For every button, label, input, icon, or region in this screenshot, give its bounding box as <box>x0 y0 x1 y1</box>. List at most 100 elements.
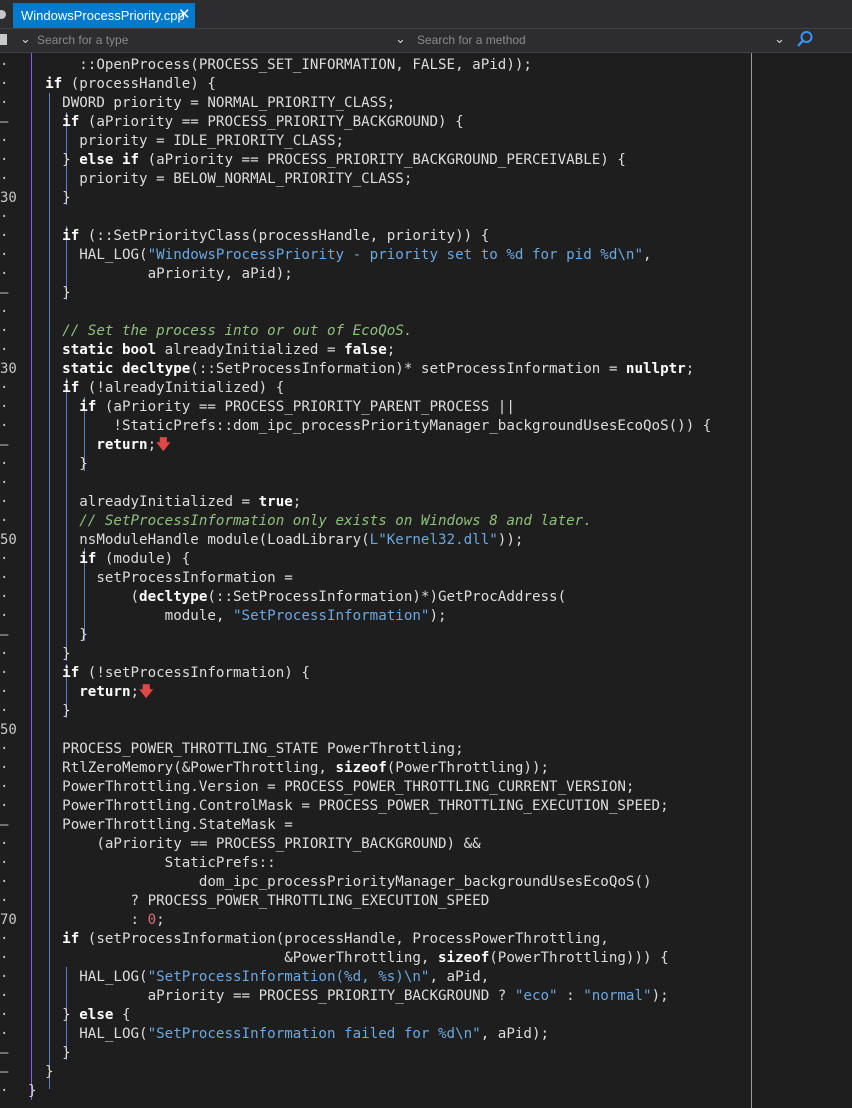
code-line[interactable]: // Set the process into or out of EcoQoS… <box>28 322 412 341</box>
code-line[interactable]: &PowerThrottling, sizeof(PowerThrottling… <box>28 949 668 968</box>
code-line[interactable]: } <box>28 284 71 303</box>
code-line[interactable]: setProcessInformation = <box>28 569 293 588</box>
code-line[interactable]: static bool alreadyInitialized = false; <box>28 341 395 360</box>
code-line[interactable]: !StaticPrefs::dom_ipc_processPriorityMan… <box>28 417 711 436</box>
code-line[interactable]: alreadyInitialized = true; <box>28 493 301 512</box>
code-token: HAL_LOG( <box>28 969 148 985</box>
code-line[interactable]: ? PROCESS_POWER_THROTTLING_EXECUTION_SPE… <box>28 892 489 911</box>
code-token: HAL_LOG( <box>28 1026 148 1042</box>
code-line[interactable]: StaticPrefs:: <box>28 854 276 873</box>
code-line[interactable]: module, "SetProcessInformation"); <box>28 607 447 626</box>
code-token: StaticPrefs:: <box>28 855 276 871</box>
code-line[interactable]: return;🡇 <box>28 436 170 455</box>
code-line[interactable]: } <box>28 1044 71 1063</box>
gutter-marker: · <box>0 133 9 149</box>
code-line[interactable]: if (processHandle) { <box>28 75 216 94</box>
code-line[interactable]: // SetProcessInformation only exists on … <box>28 512 592 531</box>
chevron-down-icon[interactable]: ⌄ <box>20 31 31 47</box>
code-line[interactable]: : 0; <box>28 911 165 930</box>
code-line[interactable]: PowerThrottling.StateMask = <box>28 816 293 835</box>
chevron-down-icon[interactable]: ⌄ <box>395 31 406 47</box>
code-token: (processHandle) { <box>62 76 216 92</box>
code-line[interactable]: DWORD priority = NORMAL_PRIORITY_CLASS; <box>28 94 395 113</box>
code-line[interactable]: aPriority == PROCESS_PRIORITY_BACKGROUND… <box>28 987 669 1006</box>
code-token: (aPriority == PROCESS_PRIORITY_BACKGROUN… <box>139 152 626 168</box>
code-token: )); <box>497 532 524 548</box>
code-line[interactable]: } <box>28 1063 54 1082</box>
code-token: PowerThrottling.ControlMask = PROCESS_PO… <box>28 798 669 814</box>
code-line[interactable]: aPriority, aPid); <box>28 265 293 284</box>
code-line[interactable]: if (setProcessInformation(processHandle,… <box>28 930 609 949</box>
code-token: "SetProcessInformation" <box>233 608 430 624</box>
code-line[interactable]: HAL_LOG("WindowsProcessPriority - priori… <box>28 246 651 265</box>
code-line[interactable]: nsModuleHandle module(LoadLibrary(L"Kern… <box>28 531 523 550</box>
gutter-marker: · <box>0 684 9 700</box>
tab-label[interactable]: WindowsProcessPriority.cpp <box>21 8 185 23</box>
gutter-marker: · <box>0 247 9 263</box>
code-line[interactable]: ::OpenProcess(PROCESS_SET_INFORMATION, F… <box>28 56 532 75</box>
code-line[interactable]: } <box>28 702 71 721</box>
code-line[interactable]: static decltype(::SetProcessInformation)… <box>28 360 694 379</box>
code-token: PROCESS_POWER_THROTTLING_STATE PowerThro… <box>28 741 464 757</box>
gutter-marker: · <box>0 1083 9 1099</box>
code-token: { <box>113 1007 131 1023</box>
code-token: aPriority == PROCESS_PRIORITY_BACKGROUND… <box>28 988 515 1004</box>
close-icon[interactable]: ✕ <box>178 5 191 23</box>
code-line[interactable]: PowerThrottling.ControlMask = PROCESS_PO… <box>28 797 669 816</box>
code-token: // Set the process into or out of EcoQoS… <box>28 323 413 339</box>
code-token: ; <box>156 912 165 928</box>
code-token: "SetProcessInformation(%d, %s)\n" <box>147 969 430 985</box>
code-token: if <box>45 76 63 92</box>
code-line[interactable]: } else if (aPriority == PROCESS_PRIORITY… <box>28 151 626 170</box>
line-number-gutter: · · · – · · · 30 · · · · – · · · 30 · · · – · · · · 50 · · · · – · · · · 50… <box>0 53 18 1108</box>
code-line[interactable]: if (module) { <box>28 550 190 569</box>
search-icon[interactable] <box>796 30 814 48</box>
code-line[interactable]: if (!alreadyInitialized) { <box>28 379 284 398</box>
code-line[interactable]: if (!setProcessInformation) { <box>28 664 310 683</box>
chevron-down-icon[interactable]: ⌄ <box>774 31 785 47</box>
code-line[interactable]: } <box>28 455 88 474</box>
code-line[interactable]: RtlZeroMemory(&PowerThrottling, sizeof(P… <box>28 759 549 778</box>
code-token: (setProcessInformation(processHandle, Pr… <box>79 931 609 947</box>
code-line[interactable]: (decltype(::SetProcessInformation)*)GetP… <box>28 588 566 607</box>
gutter-marker: · <box>0 988 9 1004</box>
code-token: priority = IDLE_PRIORITY_CLASS; <box>28 133 345 149</box>
code-line[interactable]: if (::SetPriorityClass(processHandle, pr… <box>28 227 489 246</box>
code-token: aPriority, aPid); <box>28 266 293 282</box>
code-token: DWORD priority = NORMAL_PRIORITY_CLASS; <box>28 95 396 111</box>
code-token: } <box>28 703 71 719</box>
code-token: if <box>79 399 97 415</box>
gutter-marker: · <box>0 931 9 947</box>
code-line[interactable]: } <box>28 1082 37 1101</box>
code-token: ); <box>651 988 669 1004</box>
code-line[interactable]: PowerThrottling.Version = PROCESS_POWER_… <box>28 778 634 797</box>
code-line[interactable]: if (aPriority == PROCESS_PRIORITY_PARENT… <box>28 398 515 417</box>
code-line[interactable]: } <box>28 626 88 645</box>
code-line[interactable]: (aPriority == PROCESS_PRIORITY_BACKGROUN… <box>28 835 480 854</box>
code-line[interactable]: PROCESS_POWER_THROTTLING_STATE PowerThro… <box>28 740 464 759</box>
code-token: (module) { <box>96 551 191 567</box>
code-token: alreadyInitialized = <box>156 342 345 358</box>
code-token: ; <box>292 494 302 510</box>
code-line[interactable]: HAL_LOG("SetProcessInformation(%d, %s)\n… <box>28 968 489 987</box>
code-token: setProcessInformation = <box>28 570 293 586</box>
gutter-marker: · <box>0 893 9 909</box>
type-search-input[interactable]: Search for a type <box>37 33 128 47</box>
code-line[interactable]: if (aPriority == PROCESS_PRIORITY_BACKGR… <box>28 113 463 132</box>
method-search-input[interactable]: Search for a method <box>417 33 526 47</box>
code-line[interactable]: return;🡇 <box>28 683 153 702</box>
code-token: } <box>28 1083 37 1099</box>
gutter-marker: – <box>0 1045 9 1061</box>
code-token: } <box>28 646 71 662</box>
code-line[interactable]: } else { <box>28 1006 131 1025</box>
code-line[interactable]: dom_ipc_processPriorityManager_backgroun… <box>28 873 652 892</box>
code-line[interactable]: } <box>28 645 71 664</box>
code-token: ; <box>147 437 157 453</box>
code-line[interactable]: HAL_LOG("SetProcessInformation failed fo… <box>28 1025 549 1044</box>
code-line[interactable]: priority = BELOW_NORMAL_PRIORITY_CLASS; <box>28 170 412 189</box>
code-line[interactable]: priority = IDLE_PRIORITY_CLASS; <box>28 132 344 151</box>
tab-windowsprocesspriority[interactable]: WindowsProcessPriority.cpp ✕ <box>13 3 195 28</box>
code-line[interactable]: } <box>28 189 71 208</box>
